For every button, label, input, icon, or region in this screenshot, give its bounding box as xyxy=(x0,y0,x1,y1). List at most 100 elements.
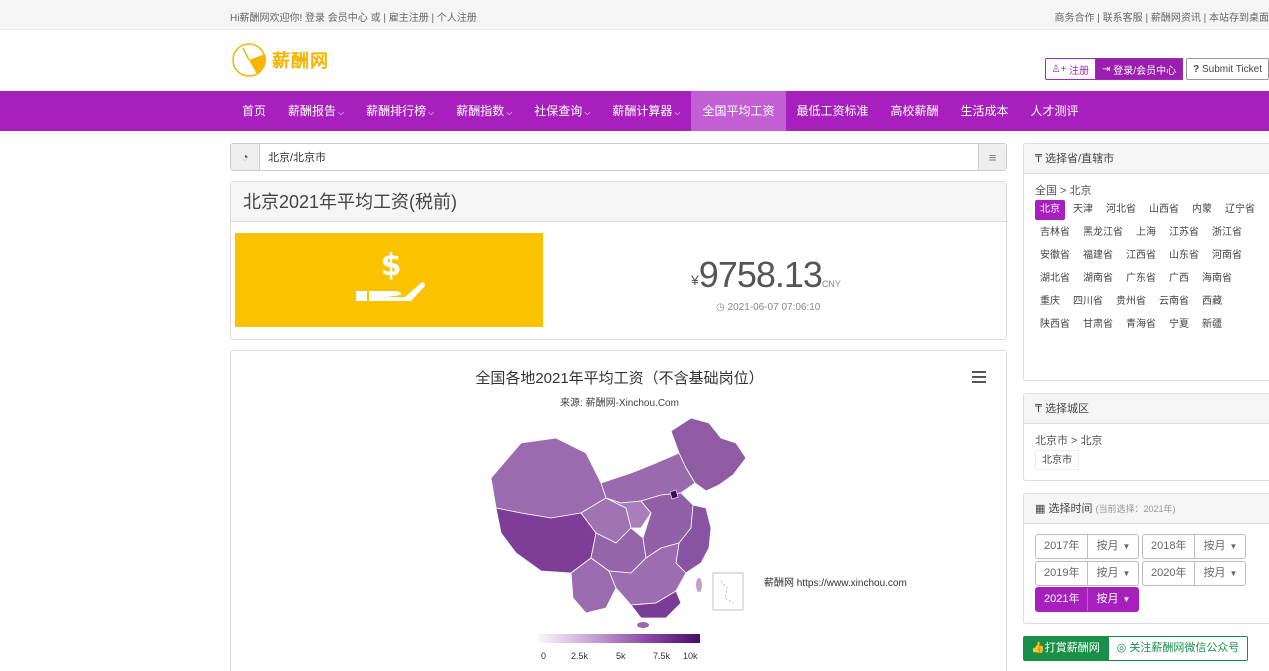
nav-item-3[interactable]: 薪酬指数 ⌵ xyxy=(445,91,523,131)
mode-label: 按月 xyxy=(1096,540,1119,552)
header: 薪酬网 ♙+ 注册 ⇥ 登录/会员中心 ? Submit Ticket xyxy=(0,30,1269,91)
province-tag[interactable]: 辽宁省 xyxy=(1220,200,1260,220)
donate-label: 打賞薪酬网 xyxy=(1044,642,1100,654)
province-tag[interactable]: 重庆 xyxy=(1035,292,1065,312)
nav-item-8[interactable]: 高校薪酬 xyxy=(880,91,950,131)
login-button[interactable]: ⇥ 登录/会员中心 xyxy=(1095,58,1184,80)
nav-item-label: 生活成本 xyxy=(960,104,1009,118)
legend-tick-label: 10k xyxy=(683,651,698,661)
nav-item-9[interactable]: 生活成本 xyxy=(950,91,1020,131)
province-tag[interactable]: 山东省 xyxy=(1164,246,1204,266)
province-tag[interactable]: 安徽省 xyxy=(1035,246,1075,266)
money-hand-icon: $ xyxy=(356,248,425,301)
province-tag[interactable]: 浙江省 xyxy=(1207,223,1247,243)
province-tag[interactable]: 山西省 xyxy=(1144,200,1184,220)
city-panel: ₸ 选择城区 北京市 > 北京 北京市 xyxy=(1023,393,1269,481)
province-tag[interactable]: 黑龙江省 xyxy=(1078,223,1128,243)
business-link[interactable]: 商务合作 xyxy=(1055,13,1095,24)
year-button[interactable]: 2021年 xyxy=(1036,588,1089,611)
donate-button[interactable]: 👍打賞薪酬网 xyxy=(1023,636,1108,661)
year-button[interactable]: 2019年 xyxy=(1036,562,1089,585)
year-button[interactable]: 2018年 xyxy=(1143,535,1196,558)
nav-item-6[interactable]: 全国平均工资 xyxy=(691,91,786,131)
year-button[interactable]: 2017年 xyxy=(1036,535,1089,558)
donate-bar: 👍打賞薪酬网 ◎ 关注薪酬网微信公众号 xyxy=(1023,636,1249,661)
personal-register-link[interactable]: 个人注册 xyxy=(437,13,477,24)
support-link[interactable]: 联系客服 xyxy=(1103,13,1143,24)
province-tag[interactable]: 河北省 xyxy=(1101,200,1141,220)
nav-item-label: 社保查询 xyxy=(534,104,583,118)
logo[interactable]: 薪酬网 xyxy=(230,40,329,80)
province-tag[interactable]: 云南省 xyxy=(1154,292,1194,312)
money-banner: $ xyxy=(235,233,543,327)
province-tag[interactable]: 宁夏 xyxy=(1164,315,1194,335)
china-map[interactable] xyxy=(481,413,751,628)
region-taiwan xyxy=(696,578,702,592)
menu-icon[interactable]: ≡ xyxy=(978,144,1006,170)
province-panel: ₸ 选择省/直辖市 全国 > 北京 北京 天津 河北省 山西省 内蒙 辽宁省 吉林省 黑龙江省… xyxy=(1023,143,1269,381)
province-tag[interactable]: 贵州省 xyxy=(1111,292,1151,312)
wechat-follow-button[interactable]: ◎ 关注薪酬网微信公众号 xyxy=(1107,636,1249,661)
nav-item-label: 首页 xyxy=(242,104,267,118)
submit-ticket-button[interactable]: ? Submit Ticket xyxy=(1186,58,1269,80)
province-tag[interactable]: 广东省 xyxy=(1121,269,1161,289)
province-tag[interactable]: 甘肃省 xyxy=(1078,315,1118,335)
year-select-group: 2021年 按月 ▼ xyxy=(1035,587,1140,612)
caret-down-icon: ▼ xyxy=(1229,569,1238,578)
login-label: 登录/会员中心 xyxy=(1113,65,1177,77)
province-tag[interactable]: 江苏省 xyxy=(1164,223,1204,243)
nav-item-4[interactable]: 社保查询 ⌵ xyxy=(523,91,601,131)
mode-label: 按月 xyxy=(1203,567,1226,579)
currency-unit: CNY xyxy=(821,279,841,289)
chart-credit[interactable]: 薪酬网 https://www.xinchou.com xyxy=(764,574,907,589)
nav-item-2[interactable]: 薪酬排行榜 ⌵ xyxy=(355,91,445,131)
province-tag[interactable]: 青海省 xyxy=(1121,315,1161,335)
city-heading: ₸ 选择城区 xyxy=(1024,394,1269,424)
mode-dropdown[interactable]: 按月 ▼ xyxy=(1088,562,1138,585)
province-tag[interactable]: 上海 xyxy=(1131,223,1161,243)
user-plus-icon: ♙+ xyxy=(1051,63,1070,75)
province-crumb: 全国 > 北京 xyxy=(1035,185,1092,197)
city-heading-text: 选择城区 xyxy=(1045,403,1090,415)
province-tag[interactable]: 北京 xyxy=(1035,200,1065,220)
member-center-link[interactable]: 会员中心 xyxy=(328,13,368,24)
province-tag[interactable]: 西藏 xyxy=(1197,292,1227,312)
province-tag[interactable]: 广西 xyxy=(1164,269,1194,289)
nav-item-5[interactable]: 薪酬计算器 ⌵ xyxy=(601,91,691,131)
chart-menu-icon[interactable] xyxy=(972,371,986,386)
desktop-link[interactable]: 本站存到桌面 xyxy=(1209,13,1269,24)
province-tag[interactable]: 四川省 xyxy=(1068,292,1108,312)
province-tag[interactable]: 河南省 xyxy=(1207,246,1247,266)
nav-item-label: 薪酬指数 xyxy=(456,104,505,118)
province-tag[interactable]: 天津 xyxy=(1068,200,1098,220)
province-tag[interactable]: 吉林省 xyxy=(1035,223,1075,243)
province-tag[interactable]: 湖南省 xyxy=(1078,269,1118,289)
nav-item-10[interactable]: 人才测评 xyxy=(1020,91,1090,131)
south-sea-inset xyxy=(712,572,744,611)
year-button[interactable]: 2020年 xyxy=(1143,562,1196,585)
employer-register-link[interactable]: 雇主注册 xyxy=(389,13,429,24)
mode-dropdown[interactable]: 按月 ▼ xyxy=(1195,535,1245,558)
pie-chart-icon: ◔ xyxy=(231,144,260,170)
login-link[interactable]: 登录 xyxy=(305,13,325,24)
province-tag[interactable]: 湖北省 xyxy=(1035,269,1075,289)
province-tag[interactable]: 内蒙 xyxy=(1187,200,1217,220)
nav-list: 首页 薪酬报告 ⌵ 薪酬排行榜 ⌵ 薪酬指数 ⌵ 社保查询 ⌵ 薪酬计算器 ⌵ 全国平均工资 最低工资标… xyxy=(231,91,1090,131)
nav-item-label: 薪酬排行榜 xyxy=(366,104,427,118)
register-button[interactable]: ♙+ 注册 xyxy=(1044,58,1096,80)
news-link[interactable]: 薪酬网资讯 xyxy=(1151,13,1201,24)
mode-dropdown[interactable]: 按月 ▼ xyxy=(1088,588,1138,611)
mode-dropdown[interactable]: 按月 ▼ xyxy=(1088,535,1138,558)
city-tag[interactable]: 北京市 xyxy=(1035,450,1079,470)
province-tag[interactable]: 海南省 xyxy=(1197,269,1237,289)
nav-item-label: 全国平均工资 xyxy=(702,104,775,118)
nav-item-1[interactable]: 薪酬报告 ⌵ xyxy=(277,91,355,131)
mode-dropdown[interactable]: 按月 ▼ xyxy=(1195,562,1245,585)
province-tag[interactable]: 江西省 xyxy=(1121,246,1161,266)
province-tag[interactable]: 陕西省 xyxy=(1035,315,1075,335)
nav-item-0[interactable]: 首页 xyxy=(231,91,277,131)
province-tag[interactable]: 新疆 xyxy=(1197,315,1227,335)
nav-item-7[interactable]: 最低工资标准 xyxy=(786,91,880,131)
province-tag[interactable]: 福建省 xyxy=(1078,246,1118,266)
chart-subtitle: 来源: 薪酬网-Xinchou.Com xyxy=(560,398,679,409)
